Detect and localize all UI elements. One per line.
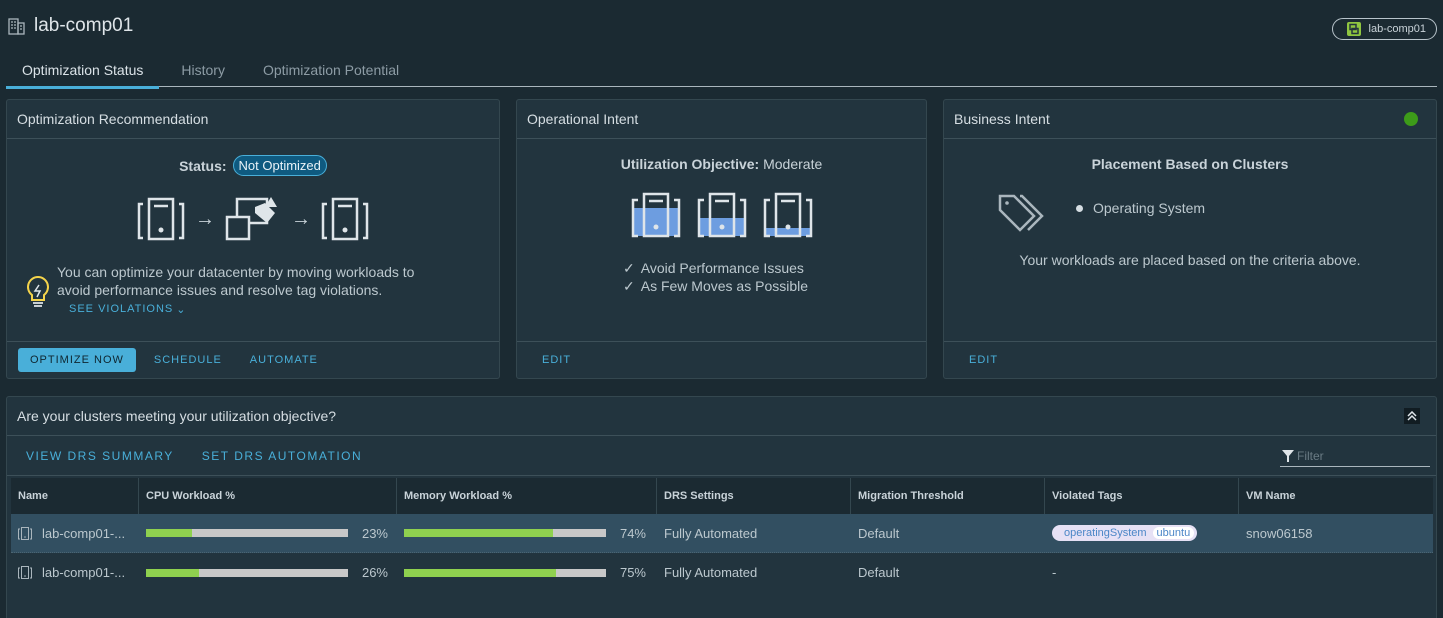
cluster-name[interactable]: lab-comp01-... (42, 526, 125, 541)
tab-bar: Optimization Status History Optimization… (6, 52, 1437, 89)
placement-title: Placement Based on Clusters (1091, 156, 1289, 172)
edit-operational-intent-button[interactable]: EDIT (528, 348, 585, 372)
migration-threshold: Default (858, 525, 900, 541)
set-drs-automation-button[interactable]: SET DRS AUTOMATION (188, 444, 376, 468)
cpu-workload-fill (146, 529, 193, 537)
tags-icon (998, 194, 1044, 232)
checkmark-icon: ✓ (623, 278, 635, 294)
memory-workload-value: 75% (619, 565, 646, 580)
business-intent-card: Business Intent Placement Based on Clust… (943, 99, 1437, 379)
column-header-drs-settings[interactable]: DRS Settings (657, 478, 851, 514)
status-badge: Not Optimized (232, 155, 327, 176)
placement-description: Your workloads are placed based on the c… (1019, 252, 1361, 268)
card-title: Optimization Recommendation (17, 111, 209, 127)
double-chevron-up-icon (1407, 411, 1417, 421)
tab-optimization-potential[interactable]: Optimization Potential (247, 52, 415, 87)
vm-name (1239, 553, 1433, 592)
memory-workload-fill (404, 568, 556, 577)
objective-checklist: ✓ Avoid Performance Issues ✓ As Few Moves … (623, 260, 809, 294)
filter-icon (1282, 449, 1294, 462)
object-chip-label: lab-comp01 (1368, 23, 1426, 35)
filter-field[interactable] (1280, 445, 1430, 467)
cpu-workload-bar (146, 529, 348, 537)
vm-name: snow06158 (1246, 525, 1313, 541)
drs-settings: Fully Automated (664, 565, 758, 580)
view-drs-summary-button[interactable]: VIEW DRS SUMMARY (12, 444, 188, 468)
tag-category: operatingSystem (1064, 527, 1147, 539)
host-high-utilization-icon (631, 192, 680, 238)
status-indicator (1404, 112, 1418, 126)
move-workload-icon (225, 197, 277, 241)
migration-threshold: Default (858, 565, 900, 580)
table-row[interactable]: lab-comp01-... 26% 75% Fully Automated D… (11, 553, 1433, 592)
status-label: Status: (179, 157, 227, 174)
cpu-workload-bar (146, 568, 348, 577)
clusters-utilization-card: Are your clusters meeting your utilizati… (6, 396, 1437, 618)
column-header-violated-tags[interactable]: Violated Tags (1045, 478, 1239, 514)
host-moderate-utilization-icon (697, 192, 746, 238)
placement-criteria-list: Operating System (1076, 200, 1205, 216)
optimization-flow: → → (7, 195, 499, 243)
host-low-utilization-icon (763, 192, 812, 238)
card-title: Are your clusters meeting your utilizati… (17, 408, 337, 424)
column-header-cpu[interactable]: CPU Workload % (139, 478, 397, 514)
card-title: Operational Intent (527, 111, 639, 127)
edit-business-intent-button[interactable]: EDIT (955, 348, 1012, 372)
automate-button[interactable]: AUTOMATE (236, 348, 332, 372)
operational-intent-card: Operational Intent Utilization Objective… (516, 99, 927, 379)
chevron-down-icon: ⌄ (176, 304, 187, 316)
checkmark-icon: ✓ (623, 260, 635, 276)
memory-workload-bar (404, 568, 606, 577)
cluster-name[interactable]: lab-comp01-... (42, 565, 125, 580)
host-icon (18, 566, 32, 579)
optimize-now-button[interactable]: OPTIMIZE NOW (18, 348, 136, 372)
memory-workload-value: 74% (619, 525, 646, 541)
filter-input[interactable] (1297, 448, 1427, 463)
cpu-workload-value: 26% (361, 565, 388, 580)
utilization-levels (517, 192, 926, 240)
memory-workload-fill (404, 529, 554, 537)
column-header-vm-name[interactable]: VM Name (1239, 478, 1433, 514)
host-icon (137, 197, 185, 241)
drs-settings: Fully Automated (664, 525, 758, 541)
table-header: Name CPU Workload % Memory Workload % DR… (11, 478, 1433, 514)
optimization-recommendation-card: Optimization Recommendation Status: Not … (6, 99, 500, 379)
collapse-button[interactable] (1404, 408, 1420, 424)
cluster-icon (1346, 22, 1361, 36)
column-header-memory[interactable]: Memory Workload % (397, 478, 657, 514)
utilization-objective: Utilization Objective: Moderate (620, 156, 823, 172)
column-header-name[interactable]: Name (11, 478, 139, 514)
clusters-table: Name CPU Workload % Memory Workload % DR… (11, 478, 1433, 592)
cpu-workload-value: 23% (361, 525, 388, 541)
arrow-right-icon: → (291, 207, 311, 230)
tab-history[interactable]: History (165, 52, 241, 87)
table-row[interactable]: lab-comp01-... 23% 74% Fully Automated D… (11, 514, 1433, 553)
violated-tags-empty: - (1052, 565, 1057, 580)
object-chip[interactable]: lab-comp01 (1331, 18, 1437, 40)
tab-optimization-status[interactable]: Optimization Status (6, 52, 160, 89)
bullet (1076, 204, 1083, 212)
schedule-button[interactable]: SCHEDULE (140, 348, 236, 372)
page-title: lab-comp01 (34, 15, 134, 36)
column-header-migration-threshold[interactable]: Migration Threshold (851, 478, 1045, 514)
arrow-right-icon: → (195, 207, 215, 230)
host-icon (18, 526, 32, 540)
memory-workload-bar (404, 529, 606, 537)
card-title: Business Intent (954, 111, 1050, 127)
recommendation-text: You can optimize your datacenter by movi… (57, 264, 415, 298)
datacenter-icon (8, 17, 25, 35)
cpu-workload-fill (146, 568, 199, 577)
host-icon (321, 197, 369, 241)
violated-tag[interactable]: operatingSystem ubuntu (1052, 525, 1198, 541)
see-violations-link[interactable]: SEE VIOLATIONS ⌄ (69, 303, 187, 316)
page-header: lab-comp01 lab-comp01 Optimization Statu… (0, 0, 1443, 90)
tag-value: ubuntu (1152, 527, 1195, 539)
